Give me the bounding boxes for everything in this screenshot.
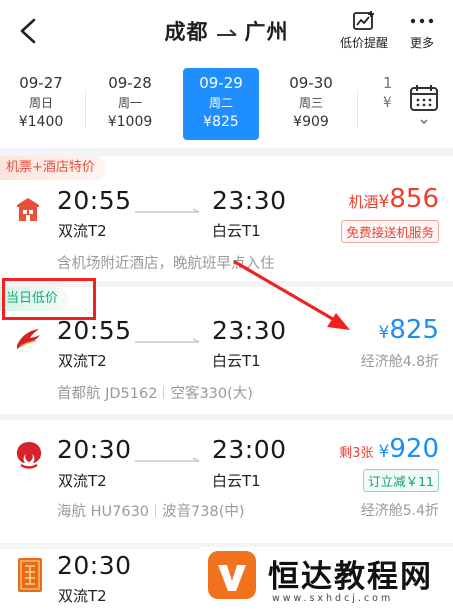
- package-note: 含机场附近酒店，晚航班早点入住: [57, 256, 275, 272]
- more-button[interactable]: 更多: [402, 10, 442, 51]
- price-value: 856: [389, 184, 439, 214]
- watermark-url: www.sxhdcj.com: [272, 593, 394, 604]
- aircraft-type: 空客330(大): [170, 386, 253, 402]
- departure-time: 20:55: [57, 316, 132, 345]
- weekday-label: 周日: [28, 96, 53, 110]
- date-item[interactable]: 09-28 周一 ¥1009: [92, 68, 168, 140]
- date-label: 09-27: [19, 74, 63, 92]
- free-shuttle-badge: 免费接送机服务: [341, 220, 439, 243]
- date-label: 09-29: [199, 74, 243, 92]
- price-alert-label: 低价提醒: [339, 36, 388, 50]
- ticket-price: ¥825: [379, 315, 439, 345]
- departure-airport: 双流T2: [58, 352, 107, 370]
- cabin-discount: 经济舱5.4折: [360, 503, 439, 519]
- flight-route-line: [135, 457, 200, 462]
- watermark: 恒达教程网 www.sxhdcj.com: [200, 547, 453, 611]
- flight-card[interactable]: 20:30 23:00 双流T2 白云T1 剩3张 ¥920 订立减￥11 经济…: [0, 420, 453, 543]
- weekday-label: 周二: [208, 96, 233, 110]
- date-item-selected[interactable]: 09-29 周二 ¥825: [183, 68, 259, 140]
- meta-divider: [163, 386, 165, 399]
- date-label: 09-30: [289, 74, 333, 92]
- destination-city: 广州: [244, 20, 289, 44]
- more-label: 更多: [409, 36, 434, 50]
- departure-airport: 双流T2: [58, 222, 107, 240]
- flight-card-package[interactable]: 机票+酒店特价 20:55 23:30 双流T2 白云T1 机酒¥856 免费接…: [0, 156, 453, 281]
- currency-symbol: ¥: [378, 323, 390, 343]
- date-price: ¥1400: [18, 114, 64, 130]
- date-price: ¥1009: [107, 114, 153, 130]
- meta-divider: [155, 504, 157, 517]
- route-arrow-icon: [216, 29, 237, 36]
- price-alert-button[interactable]: 低价提醒: [336, 10, 392, 51]
- arrival-airport: 白云T1: [212, 472, 261, 490]
- date-item[interactable]: 09-30 周三 ¥909: [273, 68, 349, 140]
- date-label: 09-28: [108, 74, 152, 92]
- lucky-air-logo-icon: [18, 558, 42, 592]
- flight-meta: 首都航 JD5162 空客330(大): [57, 382, 253, 403]
- top-nav-bar: 成都 广州 低价提醒 更多: [0, 0, 453, 62]
- price-value: 920: [389, 434, 439, 464]
- date-price: ¥825: [203, 114, 239, 130]
- airline-flight-number: 首都航 JD5162: [57, 386, 158, 402]
- currency-symbol: ¥: [378, 192, 390, 212]
- airline-flight-number: 海航 HU7630: [57, 504, 150, 520]
- date-list-fade: [380, 62, 404, 148]
- package-price: 机酒¥856: [349, 184, 439, 214]
- hotel-logo-icon: [17, 198, 39, 221]
- departure-time: 20:30: [57, 551, 132, 580]
- weekday-label: 周三: [298, 96, 323, 110]
- annotation-highlight-box: [2, 278, 96, 320]
- hainan-airlines-logo-icon: [16, 442, 42, 469]
- origin-city: 成都: [164, 20, 209, 44]
- weekday-label: 周一: [117, 96, 142, 110]
- arrival-time: 23:30: [212, 316, 287, 345]
- seats-remaining: 剩3张: [339, 446, 374, 461]
- arrival-airport: 白云T1: [212, 222, 261, 240]
- date-item[interactable]: 09-27 周日 ¥1400: [3, 68, 79, 140]
- date-selector: 09-27 周日 ¥1400 09-28 周一 ¥1009 09-29 周二 ¥…: [0, 62, 453, 148]
- capital-airlines-logo-icon: [17, 329, 40, 349]
- flight-meta: 海航 HU7630 波音738(中): [57, 500, 245, 521]
- watermark-logo-icon: [208, 551, 256, 599]
- price-value: 825: [389, 315, 439, 345]
- departure-airport: 双流T2: [58, 472, 107, 490]
- flight-route-line: [135, 338, 200, 343]
- date-list: 09-27 周日 ¥1400 09-28 周一 ¥1009 09-29 周二 ¥…: [0, 68, 395, 140]
- flight-route-line: [135, 208, 200, 213]
- watermark-title: 恒达教程网: [268, 559, 433, 595]
- more-dots-icon: [410, 18, 434, 24]
- price-prefix: 机酒: [348, 193, 379, 211]
- arrival-airport: 白云T1: [212, 352, 261, 370]
- arrival-time: 23:00: [212, 435, 287, 464]
- date-price: ¥909: [293, 114, 329, 130]
- calendar-icon[interactable]: [402, 82, 446, 132]
- departure-airport: 双流T2: [58, 587, 107, 605]
- aircraft-type: 波音738(中): [162, 504, 245, 520]
- currency-symbol: ¥: [378, 442, 390, 462]
- package-deal-tag: 机票+酒店特价: [0, 156, 107, 180]
- trend-chart-icon: [353, 11, 374, 30]
- cabin-discount: 经济舱4.8折: [360, 354, 439, 370]
- departure-time: 20:30: [57, 435, 132, 464]
- ticket-price: 剩3张 ¥920: [339, 434, 439, 464]
- booking-discount-badge: 订立减￥11: [363, 469, 439, 492]
- departure-time: 20:55: [57, 186, 132, 215]
- date-divider: [85, 90, 86, 128]
- arrival-time: 23:30: [212, 186, 287, 215]
